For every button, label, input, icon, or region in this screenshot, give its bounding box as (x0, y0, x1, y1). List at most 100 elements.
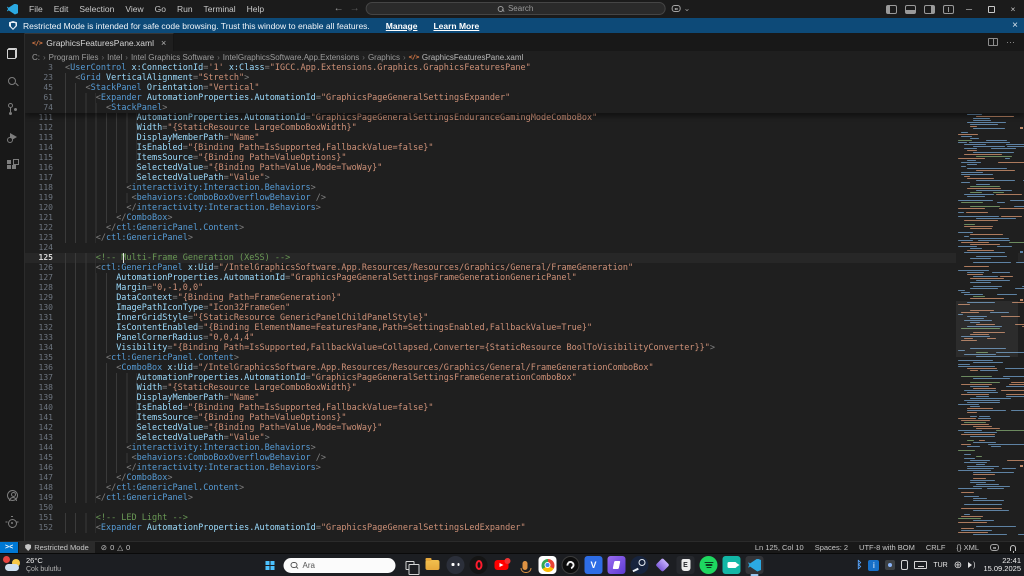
line-number[interactable]: 122 (25, 223, 65, 233)
code-line[interactable]: 147 </ComboBox> (25, 473, 1024, 483)
taskbar-app-v-app[interactable]: V (584, 556, 603, 574)
code-line[interactable]: 139 DisplayMemberPath="Name" (25, 393, 1024, 403)
code-line[interactable]: 132 IsContentEnabled="{Binding ElementNa… (25, 323, 1024, 333)
activity-item-extensions[interactable] (0, 151, 25, 179)
menu-edit[interactable]: Edit (49, 2, 74, 16)
line-number[interactable]: 123 (25, 233, 65, 243)
line-number[interactable]: 23 (25, 73, 65, 83)
code-line[interactable]: 134 Visibility="{Binding Path=IsSupporte… (25, 343, 1024, 353)
line-number[interactable]: 113 (25, 133, 65, 143)
sticky-line[interactable]: 61 <Expander AutomationProperties.Automa… (25, 93, 1024, 103)
remote-indicator[interactable]: >< (0, 542, 19, 553)
breadcrumb-item[interactable]: </> GraphicsFeaturesPane.xaml (409, 53, 524, 62)
line-number[interactable]: 145 (25, 453, 65, 463)
line-number[interactable]: 129 (25, 293, 65, 303)
minimap[interactable] (956, 63, 1024, 541)
line-number[interactable]: 147 (25, 473, 65, 483)
tab-close-icon[interactable]: × (161, 38, 166, 48)
line-number[interactable]: 135 (25, 353, 65, 363)
line-number[interactable]: 149 (25, 493, 65, 503)
line-number[interactable]: 137 (25, 373, 65, 383)
taskbar-app-vscode[interactable] (745, 556, 764, 576)
taskbar-app-camera-app[interactable] (722, 556, 741, 574)
code-line[interactable]: 115 ItemsSource="{Binding Path=ValueOpti… (25, 153, 1024, 163)
breadcrumb-item[interactable]: Intel (107, 53, 122, 62)
line-number[interactable]: 132 (25, 323, 65, 333)
bluetooth-icon[interactable]: ᛒ (856, 560, 862, 571)
taskbar-app-chrome[interactable] (538, 556, 557, 574)
phone-link-icon[interactable] (901, 560, 909, 570)
line-number[interactable]: 140 (25, 403, 65, 413)
line-number[interactable]: 127 (25, 273, 65, 283)
menu-view[interactable]: View (120, 2, 148, 16)
status-item[interactable]: Ln 125, Col 10 (755, 543, 804, 552)
split-editor-icon[interactable] (988, 38, 998, 46)
code-line[interactable]: 136 <ComboBox x:Uid="/IntelGraphicsSoftw… (25, 363, 1024, 373)
code-line[interactable]: 116 SelectedValue="{Binding Path=Value,M… (25, 163, 1024, 173)
taskbar-app-youtube[interactable] (493, 556, 511, 574)
code-line[interactable]: 112 Width="{StaticResource LargeComboBox… (25, 123, 1024, 133)
line-number[interactable]: 139 (25, 393, 65, 403)
code-line[interactable]: 131 InnerGridStyle="{StaticResource Gene… (25, 313, 1024, 323)
taskbar-app-file-explorer[interactable] (424, 556, 442, 574)
line-number[interactable]: 125 (25, 253, 65, 263)
breadcrumb-item[interactable]: IntelGraphicsSoftware.App.Extensions (223, 53, 360, 62)
tray-app-icon[interactable] (885, 560, 896, 570)
code-line[interactable]: 122 </ctl:GenericPanel.Content> (25, 223, 1024, 233)
toggle-sidebar-icon[interactable] (886, 4, 897, 14)
problems-status[interactable]: ⊘ 0 △ 0 (95, 543, 136, 552)
code-line[interactable]: 135 <ctl:GenericPanel.Content> (25, 353, 1024, 363)
code-line[interactable]: 121 </ComboBox> (25, 213, 1024, 223)
search-input[interactable]: Search (365, 2, 666, 15)
line-number[interactable]: 120 (25, 203, 65, 213)
taskbar-app-opera[interactable] (469, 556, 488, 574)
breadcrumb-item[interactable]: Graphics (368, 53, 400, 62)
maximize-button[interactable] (980, 0, 1002, 18)
code-editor[interactable]: 3 <UserControl x:ConnectionId='1' x:Class… (25, 63, 1024, 541)
taskbar-app-purple-app[interactable] (607, 556, 626, 574)
line-number[interactable]: 3 (25, 63, 65, 73)
menu-selection[interactable]: Selection (74, 2, 119, 16)
line-number[interactable]: 74 (25, 103, 65, 113)
code-line[interactable]: 120 </interactivity:Interaction.Behavior… (25, 203, 1024, 213)
activity-item-settings[interactable] (0, 509, 25, 537)
code-line[interactable]: 152 <Expander AutomationProperties.Autom… (25, 523, 1024, 533)
line-number[interactable]: 143 (25, 433, 65, 443)
code-line[interactable]: 144 <interactivity:Interaction.Behaviors… (25, 443, 1024, 453)
restricted-mode-status[interactable]: Restricted Mode (19, 542, 95, 553)
line-number[interactable]: 134 (25, 343, 65, 353)
minimize-button[interactable]: ─ (958, 0, 980, 18)
line-number[interactable]: 142 (25, 423, 65, 433)
breadcrumb-item[interactable]: Intel Graphics Software (131, 53, 214, 62)
line-number[interactable]: 121 (25, 213, 65, 223)
code-line[interactable]: 127 AutomationProperties.AutomationId="G… (25, 273, 1024, 283)
activity-item-search[interactable] (0, 67, 25, 95)
code-line[interactable]: 114 IsEnabled="{Binding Path=IsSupported… (25, 143, 1024, 153)
code-line[interactable]: 113 DisplayMemberPath="Name" (25, 133, 1024, 143)
banner-close-icon[interactable]: × (1012, 20, 1018, 31)
code-line[interactable]: 145 <behaviors:ComboBoxOverflowBehavior … (25, 453, 1024, 463)
line-number[interactable]: 141 (25, 413, 65, 423)
line-number[interactable]: 131 (25, 313, 65, 323)
network-icon[interactable]: ⊕ (954, 560, 962, 571)
line-number[interactable]: 114 (25, 143, 65, 153)
code-line[interactable]: 141 ItemsSource="{Binding Path=ValueOpti… (25, 413, 1024, 423)
activity-item-account[interactable] (0, 481, 25, 509)
line-number[interactable]: 45 (25, 83, 65, 93)
code-line[interactable]: 111 AutomationProperties.AutomationId="G… (25, 113, 1024, 123)
taskbar-app-task-view[interactable] (401, 556, 420, 575)
status-item[interactable]: {} XML (956, 543, 979, 552)
code-line[interactable]: 130 ImagePathIconType="Icon32FrameGen" (25, 303, 1024, 313)
line-number[interactable]: 126 (25, 263, 65, 273)
taskbar-app-microphone[interactable] (516, 556, 534, 574)
customize-layout-icon[interactable] (943, 4, 954, 14)
status-item[interactable]: CRLF (926, 543, 946, 552)
taskbar-app-epic-games[interactable]: E (676, 556, 695, 574)
code-line[interactable]: 118 <interactivity:Interaction.Behaviors… (25, 183, 1024, 193)
notifications-bell-icon[interactable] (1010, 544, 1016, 553)
line-number[interactable]: 144 (25, 443, 65, 453)
taskbar-app-discord[interactable] (446, 556, 465, 574)
activity-item-explorer[interactable] (0, 39, 25, 67)
status-item[interactable]: Spaces: 2 (815, 543, 848, 552)
line-number[interactable]: 61 (25, 93, 65, 103)
